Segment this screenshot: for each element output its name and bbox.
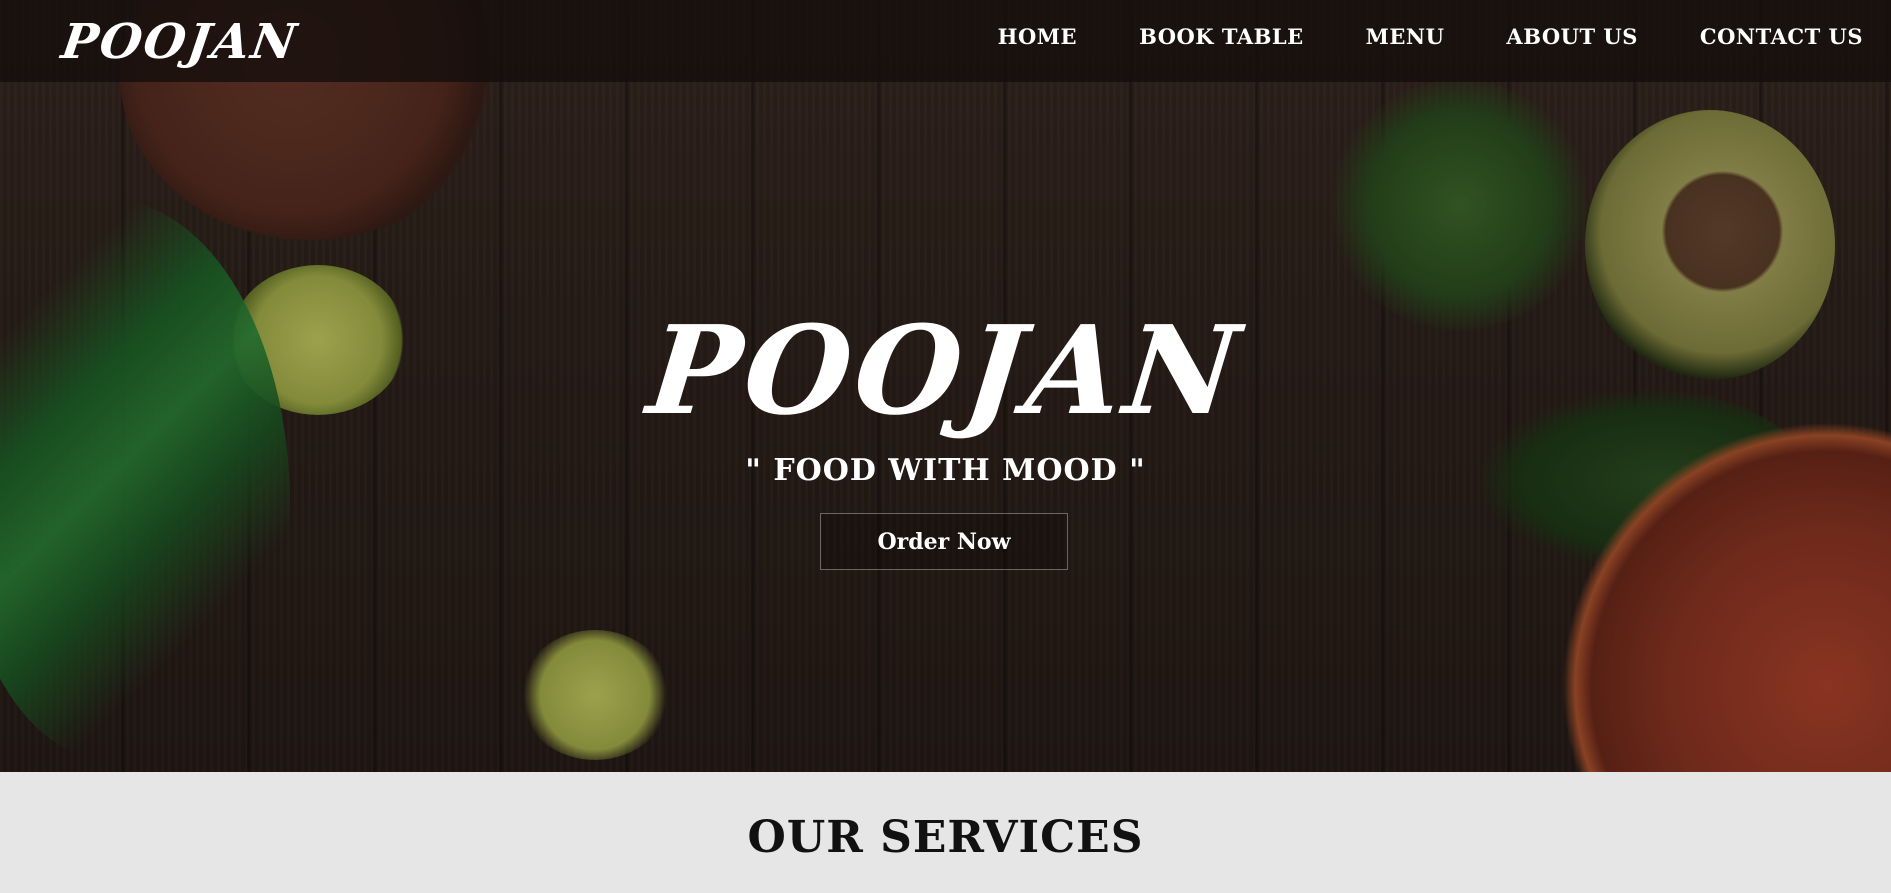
nav-item-book-table[interactable]: BOOK TABLE	[1139, 24, 1304, 49]
nav-item-about-us[interactable]: ABOUT US	[1506, 24, 1637, 49]
site-logo[interactable]: POOJAN	[58, 14, 301, 70]
hero-tagline: " FOOD WITH MOOD "	[745, 453, 1146, 488]
hero-section: POOJAN " FOOD WITH MOOD " Order Now	[0, 0, 1891, 772]
nav-item-home[interactable]: HOME	[998, 24, 1077, 49]
top-navbar: POOJAN HOME BOOK TABLE MENU ABOUT US CON…	[0, 0, 1891, 82]
order-now-button[interactable]: Order Now	[820, 513, 1068, 570]
services-heading: OUR SERVICES	[747, 812, 1144, 863]
hero-title: POOJAN	[641, 298, 1250, 442]
main-menu: HOME BOOK TABLE MENU ABOUT US CONTACT US	[998, 24, 1863, 49]
nav-item-contact-us[interactable]: CONTACT US	[1700, 24, 1863, 49]
nav-item-menu[interactable]: MENU	[1366, 24, 1445, 49]
